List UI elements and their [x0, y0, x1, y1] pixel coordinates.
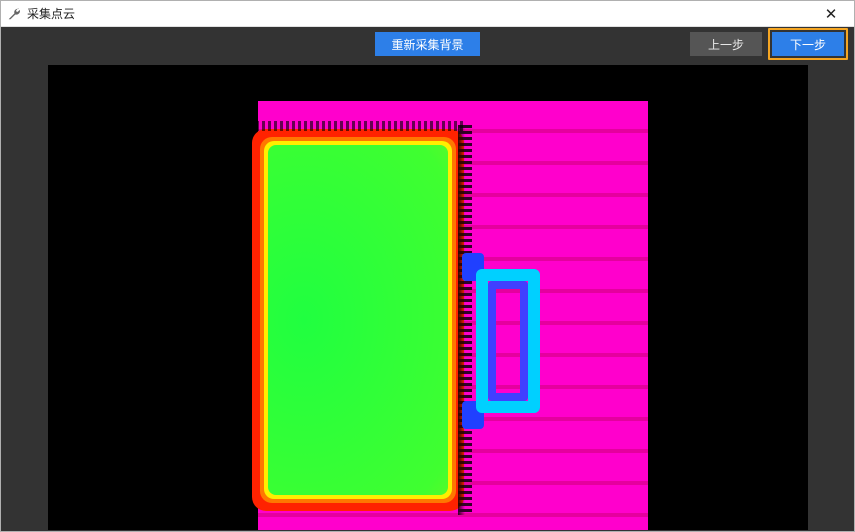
depth-image [258, 101, 648, 530]
toolbar: 重新采集背景 上一步 下一步 [1, 27, 854, 61]
dialog-window: 采集点云 ✕ 重新采集背景 上一步 下一步 [0, 0, 855, 532]
pointcloud-viewport[interactable] [48, 65, 808, 530]
next-step-button[interactable]: 下一步 [772, 32, 844, 56]
titlebar: 采集点云 ✕ [1, 1, 854, 27]
next-step-highlight: 下一步 [768, 28, 848, 60]
previous-step-button[interactable]: 上一步 [690, 32, 762, 56]
content-area [1, 61, 854, 531]
wrench-icon [7, 7, 21, 21]
close-button[interactable]: ✕ [810, 1, 852, 27]
nav-button-group: 上一步 下一步 [690, 28, 848, 60]
window-title: 采集点云 [27, 5, 810, 22]
close-icon: ✕ [825, 5, 838, 23]
object-case [258, 135, 458, 505]
object-handle [458, 251, 548, 431]
recapture-background-button[interactable]: 重新采集背景 [375, 32, 479, 56]
